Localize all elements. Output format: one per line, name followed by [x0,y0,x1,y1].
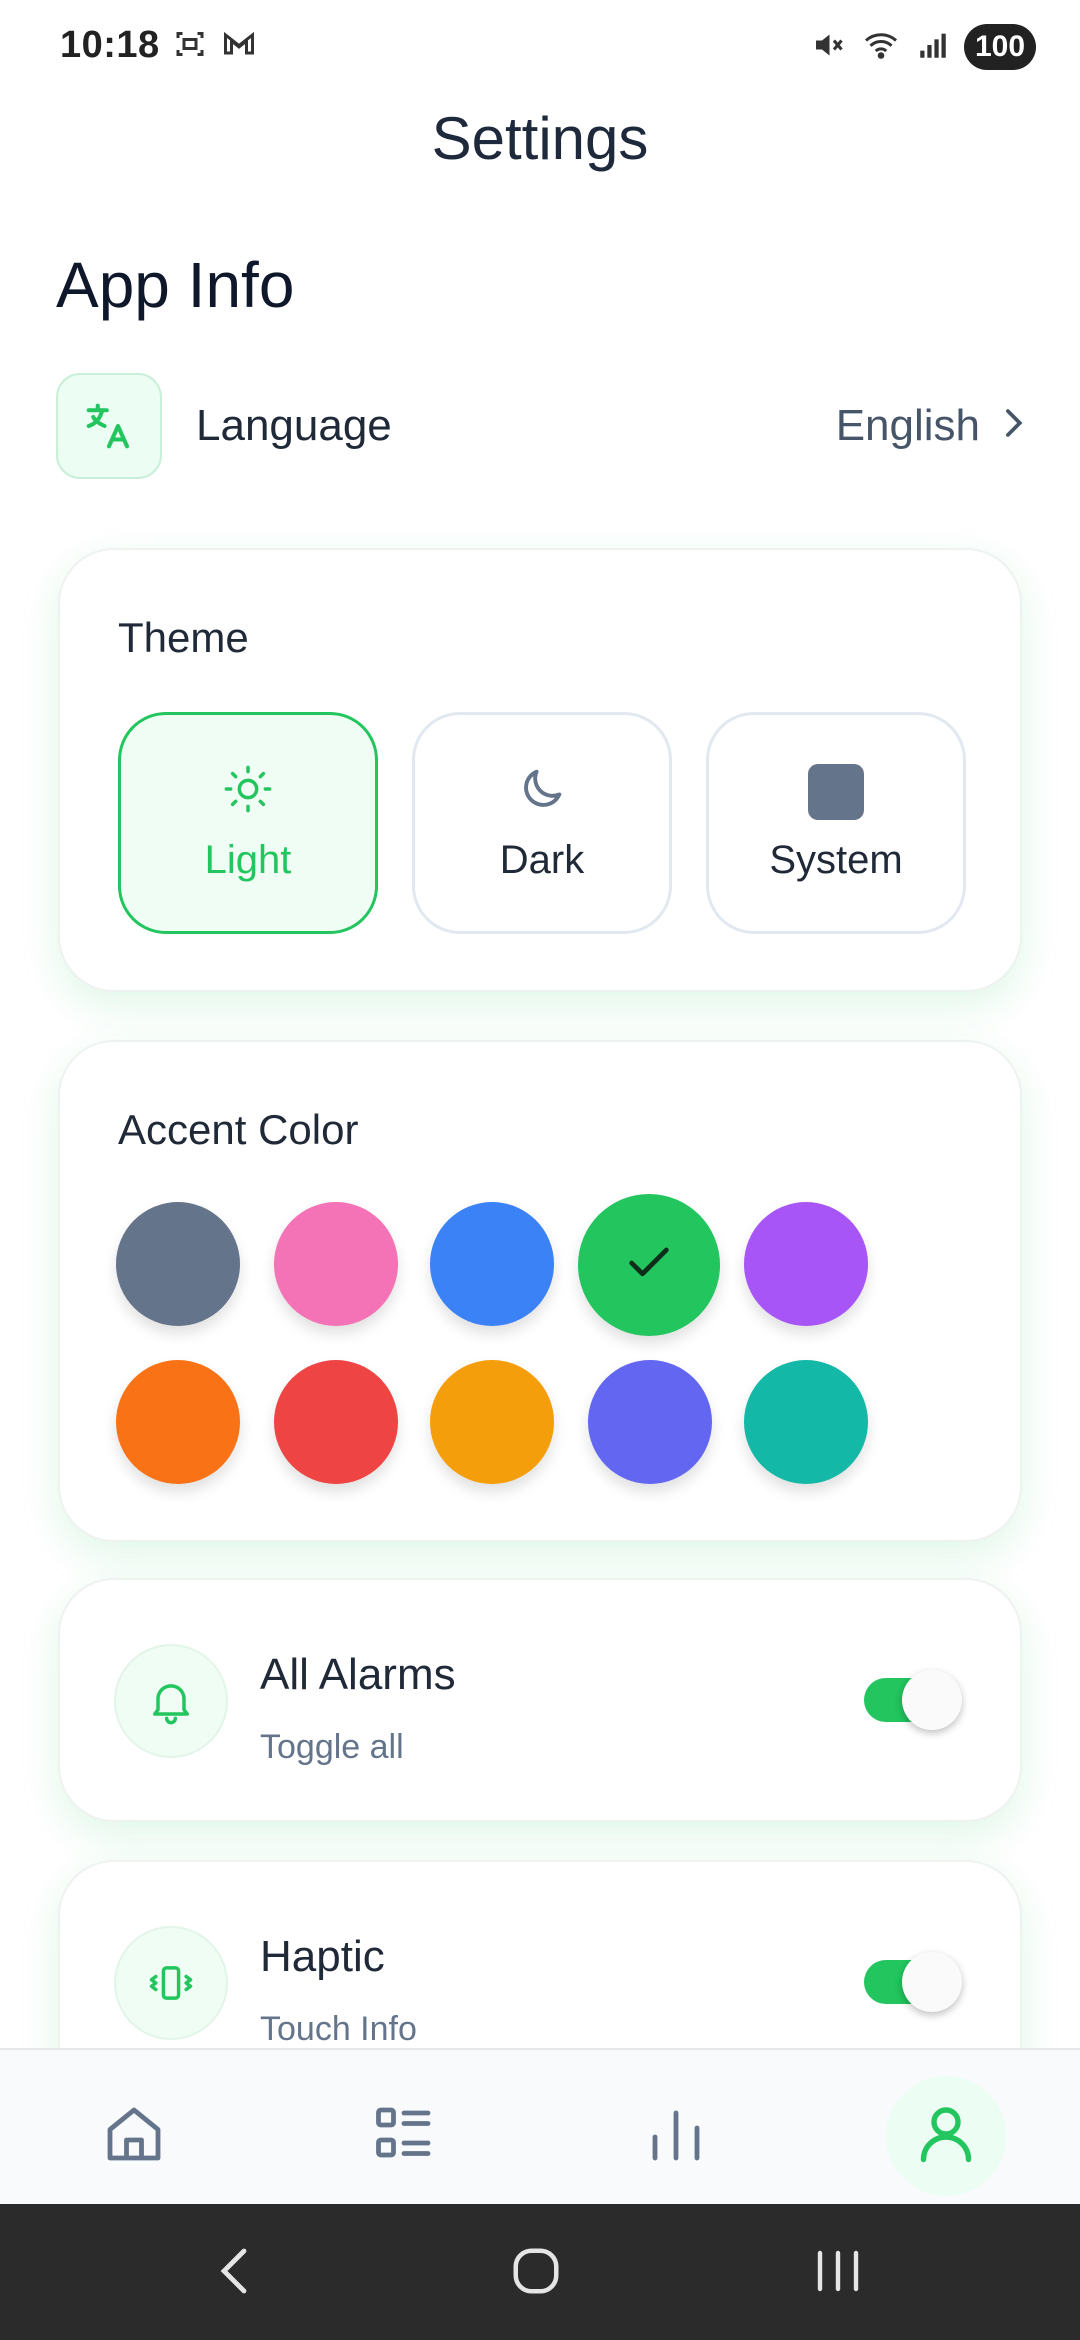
home-circle-icon [509,2244,563,2303]
theme-card: Theme Light Dark System [58,548,1022,992]
accent-color-title: Accent Color [118,1106,359,1153]
theme-option-label: Dark [499,838,585,882]
system-home-button[interactable] [496,2238,576,2308]
theme-option-light[interactable]: Light [118,712,378,934]
system-navigation-bar [0,2204,1080,2340]
accent-color-card: Accent Color [58,1040,1022,1542]
toggle-knob [902,1670,962,1730]
signal-icon [916,28,950,67]
chart-icon [640,2098,712,2175]
translate-icon [56,373,162,479]
status-time: 10:18 [60,24,160,66]
nav-home[interactable] [74,2076,194,2196]
battery-indicator: 100 [964,24,1036,70]
checkmark-icon [623,1237,675,1294]
color-swatch-slate[interactable] [116,1202,240,1326]
language-value[interactable]: English [836,401,1024,451]
color-swatch-green[interactable] [578,1194,720,1336]
chevron-right-icon [1002,401,1024,451]
theme-title: Theme [118,614,249,661]
language-label: Language [196,401,392,450]
theme-option-label: Light [204,838,292,882]
list-icon [368,2098,440,2175]
all-alarms-toggle[interactable] [864,1670,962,1730]
recents-icon [812,2246,864,2301]
language-row[interactable]: Language English [56,372,1024,480]
theme-option-dark[interactable]: Dark [412,712,672,934]
section-title: App Info [56,249,295,321]
system-back-button[interactable] [194,2238,274,2308]
profile-icon [910,2098,982,2175]
color-swatch-purple[interactable] [744,1202,868,1326]
back-icon [214,2243,254,2304]
theme-options: Light Dark System [118,712,966,934]
nav-list[interactable] [344,2076,464,2196]
all-alarms-subtitle: Toggle all [260,1728,404,1766]
status-right: 100 [810,24,1036,70]
color-swatch-teal[interactable] [744,1360,868,1484]
bottom-navigation [0,2048,1080,2204]
moon-icon [516,763,568,820]
home-icon [98,2098,170,2175]
theme-option-system[interactable]: System [706,712,966,934]
nav-stats[interactable] [616,2076,736,2196]
all-alarms-title: All Alarms [260,1650,456,1699]
gmail-icon [220,26,258,67]
page-title: Settings [431,105,649,172]
screenshot-icon [172,26,208,67]
haptic-title: Haptic [260,1932,385,1981]
mute-icon [810,27,846,68]
color-swatch-amber[interactable] [430,1360,554,1484]
bell-icon [114,1644,228,1758]
color-swatch-pink[interactable] [274,1202,398,1326]
system-icon [808,763,864,820]
wifi-icon [860,27,902,68]
sun-icon [222,763,274,820]
toggle-knob [902,1952,962,2012]
status-left-icons [172,26,258,67]
color-swatch-indigo[interactable] [588,1360,712,1484]
system-recents-button[interactable] [798,2238,878,2308]
haptic-subtitle: Touch Info [260,2010,417,2048]
nav-profile[interactable] [886,2076,1006,2196]
color-swatch-orange[interactable] [116,1360,240,1484]
vibrate-icon [114,1926,228,2040]
status-bar: 10:18 100 [0,0,1080,96]
all-alarms-card: All Alarms Toggle all [58,1578,1022,1822]
haptic-toggle[interactable] [864,1952,962,2012]
language-value-text: English [835,401,980,450]
theme-option-label: System [769,837,903,882]
color-swatch-blue[interactable] [430,1202,554,1326]
color-swatch-red[interactable] [274,1360,398,1484]
